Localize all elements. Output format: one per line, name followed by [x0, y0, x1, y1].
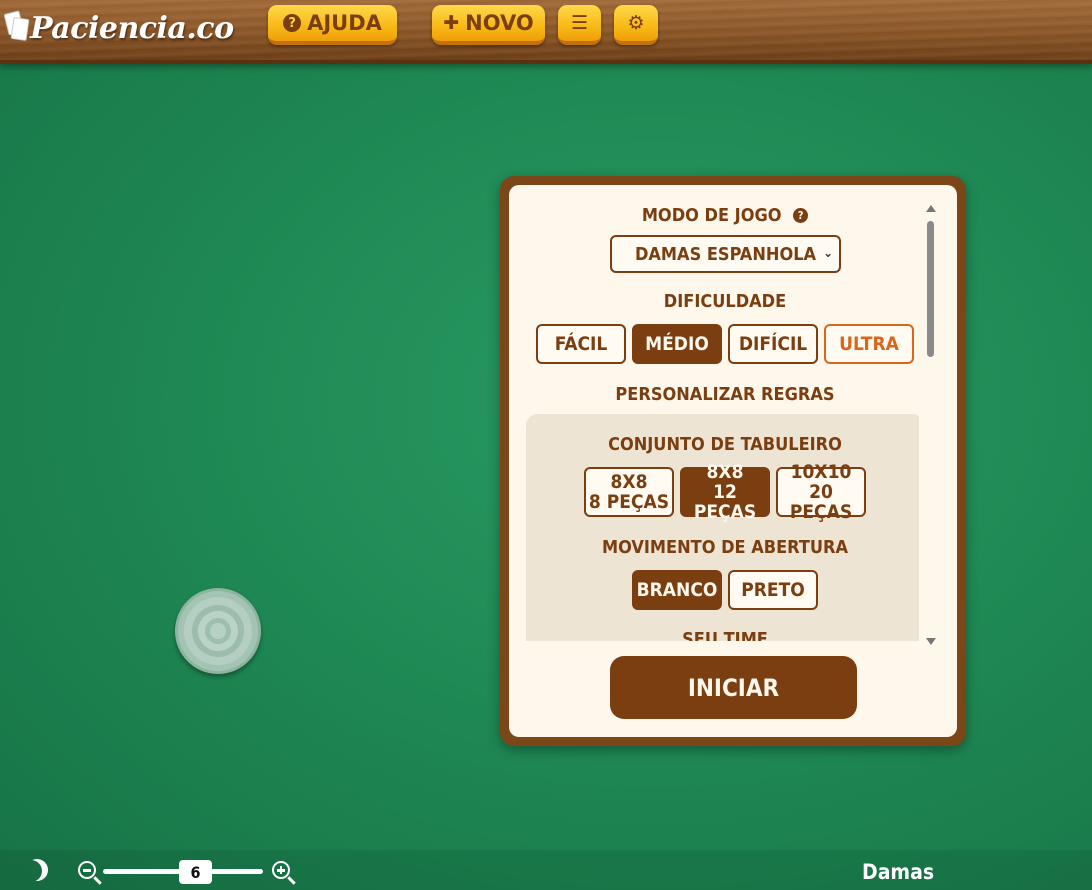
- plus-icon: ✚: [443, 11, 460, 34]
- help-icon: ?: [283, 14, 302, 32]
- logo-text: Paciencia.co: [30, 10, 234, 46]
- new-game-dialog: MODO DE JOGO ? DAMAS ESPANHOLA ⌄ DIFICUL…: [500, 176, 966, 746]
- difficulty-title: DIFICULDADE: [663, 291, 787, 312]
- dialog-scrollbar[interactable]: [925, 205, 937, 645]
- game-mode-select[interactable]: DAMAS ESPANHOLA ⌄: [610, 235, 841, 273]
- game-name-label: Damas: [862, 860, 935, 884]
- scroll-down-icon[interactable]: [926, 638, 936, 645]
- scrollbar-thumb[interactable]: [927, 221, 934, 357]
- help-icon[interactable]: ?: [793, 208, 809, 223]
- dialog-body: MODO DE JOGO ? DAMAS ESPANHOLA ⌄ DIFICUL…: [509, 185, 957, 737]
- new-game-button-label: NOVO: [465, 11, 534, 35]
- options-scroll-area[interactable]: MODO DE JOGO ? DAMAS ESPANHOLA ⌄ DIFICUL…: [509, 185, 919, 641]
- board-option-line2: 8 PEÇAS: [588, 491, 670, 513]
- board-option-line2: 20 PEÇAS: [789, 481, 853, 523]
- board-8x8-8-button[interactable]: 8X8 8 PEÇAS: [584, 467, 674, 517]
- difficulty-hard-button[interactable]: DIFÍCIL: [728, 324, 818, 364]
- board-option-line1: 10X10: [790, 461, 852, 483]
- difficulty-medium-button[interactable]: MÉDIO: [632, 324, 722, 364]
- checker-piece[interactable]: [175, 588, 261, 674]
- opening-white-button[interactable]: BRANCO: [632, 570, 722, 610]
- team-title: SEU TIME: [682, 629, 768, 641]
- menu-icon: ☰: [570, 11, 589, 34]
- help-button[interactable]: ? AJUDA: [268, 5, 397, 45]
- settings-button[interactable]: ⚙: [614, 5, 658, 45]
- game-mode-title: MODO DE JOGO ?: [509, 205, 919, 226]
- board-option-line1: 8X8: [706, 461, 744, 483]
- menu-button[interactable]: ☰: [558, 5, 601, 45]
- board-set-title: CONJUNTO DE TABULEIRO: [608, 434, 842, 455]
- zoom-in-icon[interactable]: [272, 861, 290, 879]
- help-button-label: AJUDA: [307, 11, 382, 35]
- opening-move-title: MOVIMENTO DE ABERTURA: [601, 537, 849, 558]
- cards-logo-icon: [3, 8, 30, 48]
- board-option-line2: 12 PEÇAS: [693, 481, 757, 523]
- gear-icon: ⚙: [627, 11, 645, 34]
- scroll-up-icon[interactable]: [926, 205, 936, 212]
- logo[interactable]: Paciencia.co: [3, 6, 234, 50]
- chevron-down-icon: ⌄: [823, 246, 833, 261]
- game-mode-title-text: MODO DE JOGO: [641, 205, 782, 226]
- difficulty-ultra-button[interactable]: ULTRA: [824, 324, 914, 364]
- start-button[interactable]: INICIAR: [610, 656, 857, 719]
- game-mode-select-value: DAMAS ESPANHOLA: [634, 243, 817, 265]
- board-10x10-20-button[interactable]: 10X10 20 PEÇAS: [776, 462, 866, 522]
- opening-black-button[interactable]: PRETO: [728, 570, 818, 610]
- zoom-out-icon[interactable]: [78, 861, 96, 879]
- moon-icon[interactable]: [20, 860, 42, 882]
- difficulty-easy-button[interactable]: FÁCIL: [536, 324, 626, 364]
- customize-rules-title: PERSONALIZAR REGRAS: [615, 384, 835, 405]
- board-option-line1: 8X8: [610, 471, 648, 493]
- new-game-button[interactable]: ✚ NOVO: [432, 5, 545, 45]
- zoom-slider-knob[interactable]: 6: [179, 860, 212, 884]
- board-8x8-12-button[interactable]: 8X8 12 PEÇAS: [680, 462, 770, 522]
- top-bar: Paciencia.co ? AJUDA ✚ NOVO ☰ ⚙: [0, 0, 1092, 64]
